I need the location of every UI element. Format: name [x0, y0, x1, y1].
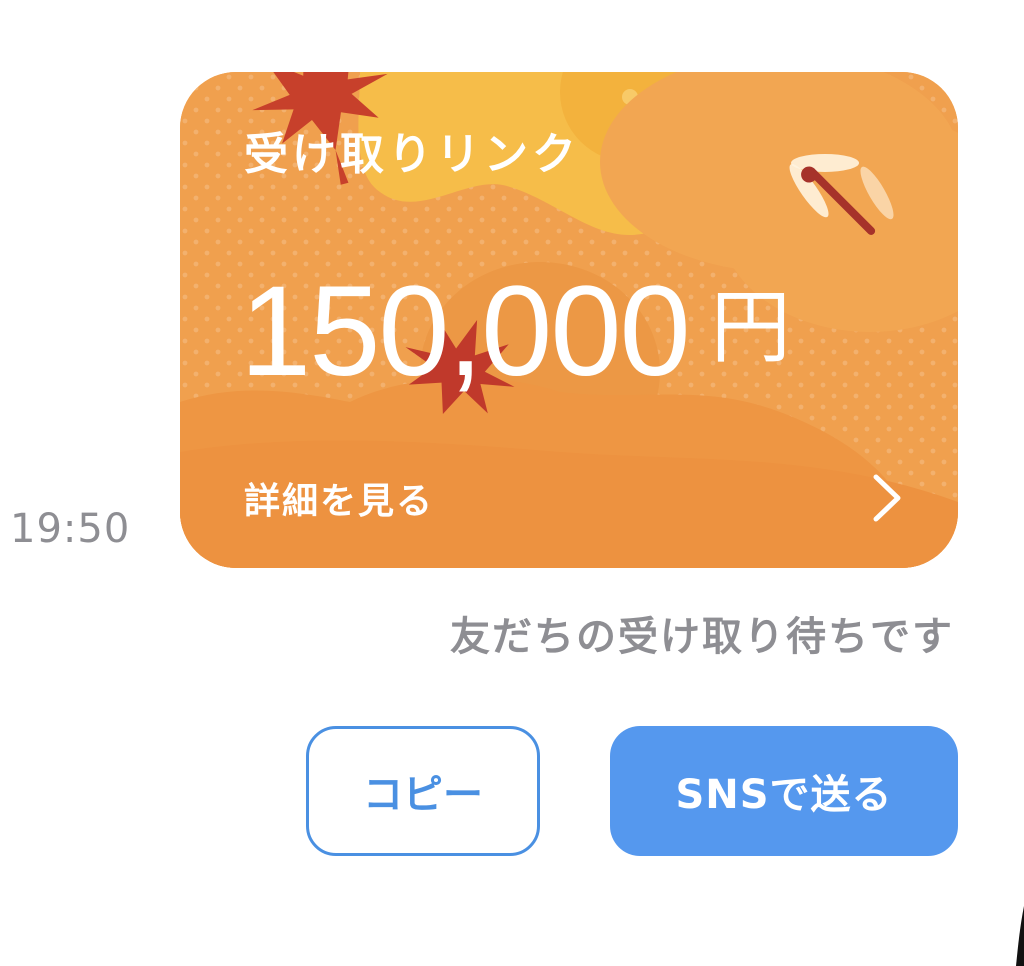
send-via-sns-button[interactable]: SNSで送る — [610, 726, 958, 856]
corner-edge — [1016, 906, 1024, 966]
message-timestamp: 19:50 — [10, 506, 131, 552]
chevron-right-icon — [873, 474, 901, 522]
currency-unit: 円 — [710, 281, 791, 374]
amount-value: 150,000 — [240, 260, 691, 403]
card-title: 受け取りリンク — [244, 129, 580, 180]
chat-screen: 19:50 受け取りリンク 150,000 円 詳細を見る 友だちの受け取り待ち… — [0, 0, 1024, 966]
receive-link-card[interactable]: 受け取りリンク 150,000 円 詳細を見る — [180, 72, 958, 568]
view-details-link[interactable]: 詳細を見る — [244, 468, 904, 528]
details-label: 詳細を見る — [244, 481, 435, 522]
copy-button[interactable]: コピー — [306, 726, 540, 856]
amount-display: 150,000 円 — [240, 268, 791, 399]
pending-status-text: 友だちの受け取り待ちです — [450, 614, 954, 660]
